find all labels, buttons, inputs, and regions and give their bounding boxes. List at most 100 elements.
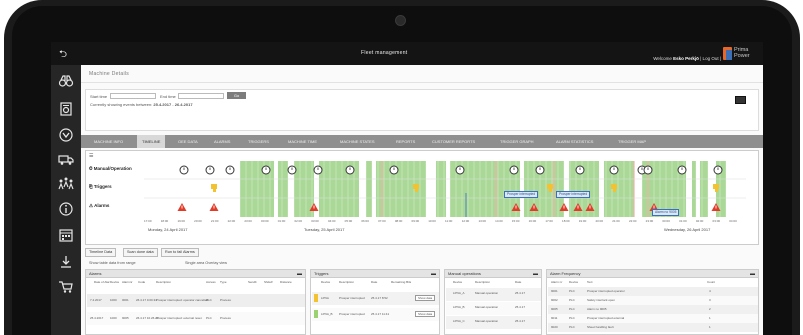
- row-label-triggers: ⎘ Triggers: [89, 184, 112, 189]
- tick-label: 06:00: [361, 219, 369, 223]
- alarm-type: Process: [220, 316, 231, 320]
- minimize-icon[interactable]: ▬: [533, 270, 538, 278]
- manual-date: 25.4.17: [515, 291, 526, 295]
- tick-label: 07:00: [378, 219, 386, 223]
- col-sendlt: Sendlt: [248, 280, 257, 284]
- download-icon[interactable]: [58, 254, 74, 270]
- subtab-scan-done-data[interactable]: Scan done data: [123, 248, 158, 257]
- logout-link[interactable]: | Log Out |: [699, 56, 721, 61]
- row-label-alarms-text: Alarms: [94, 203, 110, 208]
- view-radio-group[interactable]: Single area Overlay view: [185, 261, 227, 265]
- freq-nr: 9005: [551, 307, 558, 311]
- alarm-desc: Prosper interrupted: external reset: [156, 316, 202, 320]
- show-data-button[interactable]: Show data: [415, 311, 436, 317]
- date-filter-box: Start time End time Go Currently showing…: [85, 89, 759, 131]
- activity-block: [366, 161, 372, 217]
- tick-label: 13:00: [478, 219, 486, 223]
- alarm-frequency-panel: Alarm Frequency ▬ Alarm nr Device Text Co…: [546, 269, 759, 335]
- minimize-icon[interactable]: ▬: [750, 270, 755, 278]
- trigger-tooltip-2[interactable]: Prosper interrupted: [556, 191, 591, 198]
- tick-label: 15:00: [511, 219, 520, 223]
- alarms-panel-header: Alarms ▬: [86, 270, 305, 278]
- row-label-manual-operation: ⏱ Manual/Operation: [89, 166, 132, 171]
- manual-date: 25.4.17: [515, 305, 526, 309]
- app-title: Fleet management: [361, 50, 408, 56]
- table-row[interactable]: [548, 287, 758, 296]
- alarm-type: Process: [220, 298, 231, 302]
- tab-alarms[interactable]: ALARMS: [209, 135, 235, 148]
- welcome-text: Welcome Esko Perkjö | Log Out |: [653, 56, 721, 61]
- monitor-icon[interactable]: [735, 96, 746, 104]
- tick-label: 17:00: [144, 219, 152, 223]
- table-row[interactable]: [548, 305, 758, 314]
- tick-label: 04:00: [729, 219, 737, 223]
- freq-nr: 9001: [551, 289, 558, 293]
- col-device: Device: [453, 280, 463, 284]
- range-start: 25.4.2017: [153, 102, 172, 107]
- cart-icon[interactable]: [58, 279, 74, 295]
- network-icon[interactable]: [58, 176, 74, 192]
- tab-reports[interactable]: REPORTS: [391, 135, 420, 148]
- start-time-input[interactable]: [110, 93, 156, 99]
- tick-label: 00:00: [261, 219, 269, 223]
- tab-trigger-map[interactable]: TRIGGER MAP: [613, 135, 651, 148]
- welcome-prefix: Welcome: [653, 56, 674, 61]
- binoculars-icon[interactable]: [58, 73, 74, 89]
- tick-label: 16:00: [528, 219, 537, 223]
- page-title: Machine Details: [89, 71, 130, 77]
- timeline-panel: ☰ ⏱ Manual/Operation ⎘ Triggers ⚠ Alarms…: [85, 150, 759, 245]
- tick-label: 14:00: [495, 219, 503, 223]
- alarm-desc: Prosper interrupted: operator cancelled: [156, 298, 209, 302]
- machine-icon[interactable]: [58, 101, 74, 117]
- tab-machine-info[interactable]: MACHINE INFO: [89, 135, 128, 148]
- tab-machine-time[interactable]: MACHINE TIME: [283, 135, 322, 148]
- truck-icon[interactable]: [58, 151, 74, 167]
- tab-customer-reports[interactable]: CUSTOMER REPORTS: [427, 135, 480, 148]
- manual-desc: Manual operation: [475, 291, 499, 295]
- tab-triggers[interactable]: TRIGGERS: [243, 135, 274, 148]
- manual-device: LPNA_B: [453, 305, 465, 309]
- tick-label: 05:00: [344, 219, 353, 223]
- tab-machine-states[interactable]: MACHINE STATES: [335, 135, 380, 148]
- alarm-access: PLC: [206, 316, 212, 320]
- trigger-tooltip-1[interactable]: Prosper interrupted: [504, 191, 539, 198]
- tick-label: 02:00: [294, 219, 303, 223]
- manual-desc: Manual operation: [475, 319, 499, 323]
- tab-oee-data[interactable]: OEE DATA: [173, 135, 203, 148]
- table-row[interactable]: [548, 296, 758, 305]
- minimize-icon[interactable]: ▬: [431, 270, 436, 278]
- laptop-bezel: ⮌ Fleet management Welcome Esko Perkjö |…: [4, 0, 800, 335]
- manual-device: LPNA_C: [453, 319, 465, 323]
- logo-text: Prima Power: [734, 47, 750, 59]
- trigger-color-marker: [314, 310, 318, 318]
- prima-power-logo: Prima Power: [723, 45, 759, 63]
- tick-label: 21:00: [210, 219, 219, 223]
- tick-label: 02:00: [695, 219, 704, 223]
- trigger-color-marker: [314, 294, 318, 302]
- freq-text: Sheet handling fault: [587, 325, 614, 329]
- subtab-run-to-fail[interactable]: Run to fail Alarms: [161, 248, 199, 257]
- settings-circle-icon[interactable]: [58, 127, 74, 143]
- freq-text: Alarm no 9005: [587, 307, 607, 311]
- table-row[interactable]: [548, 323, 758, 332]
- tab-timeline[interactable]: TIMELINE: [137, 135, 166, 148]
- calendar-icon[interactable]: [58, 227, 74, 243]
- info-icon[interactable]: [58, 201, 74, 217]
- go-button[interactable]: Go: [227, 92, 246, 99]
- timeline-menu-icon[interactable]: ☰: [89, 153, 93, 159]
- table-row[interactable]: [548, 314, 758, 323]
- subtab-timeline-data[interactable]: Timeline Data: [85, 248, 117, 257]
- tab-alarm-statistics[interactable]: ALARM STATISTICS: [551, 135, 598, 148]
- end-time-input[interactable]: [178, 93, 224, 99]
- alarm-tooltip[interactable]: Alarm no 9005: [652, 209, 680, 216]
- logo-mark-icon: [723, 47, 732, 60]
- show-data-button[interactable]: Show data: [415, 295, 436, 301]
- tab-bar: MACHINE INFO TIMELINE OEE DATA ALARMS TR…: [81, 135, 763, 148]
- back-icon[interactable]: ⮌: [59, 47, 67, 64]
- alarm-nr: 9005: [122, 316, 129, 320]
- row-label-manual-text: Manual/Operation: [93, 166, 132, 171]
- freq-count: 1: [709, 316, 711, 320]
- tab-trigger-graph[interactable]: TRIGGER GRAPH: [495, 135, 539, 148]
- trigger-icon-part: [415, 188, 418, 192]
- minimize-icon[interactable]: ▬: [297, 270, 302, 278]
